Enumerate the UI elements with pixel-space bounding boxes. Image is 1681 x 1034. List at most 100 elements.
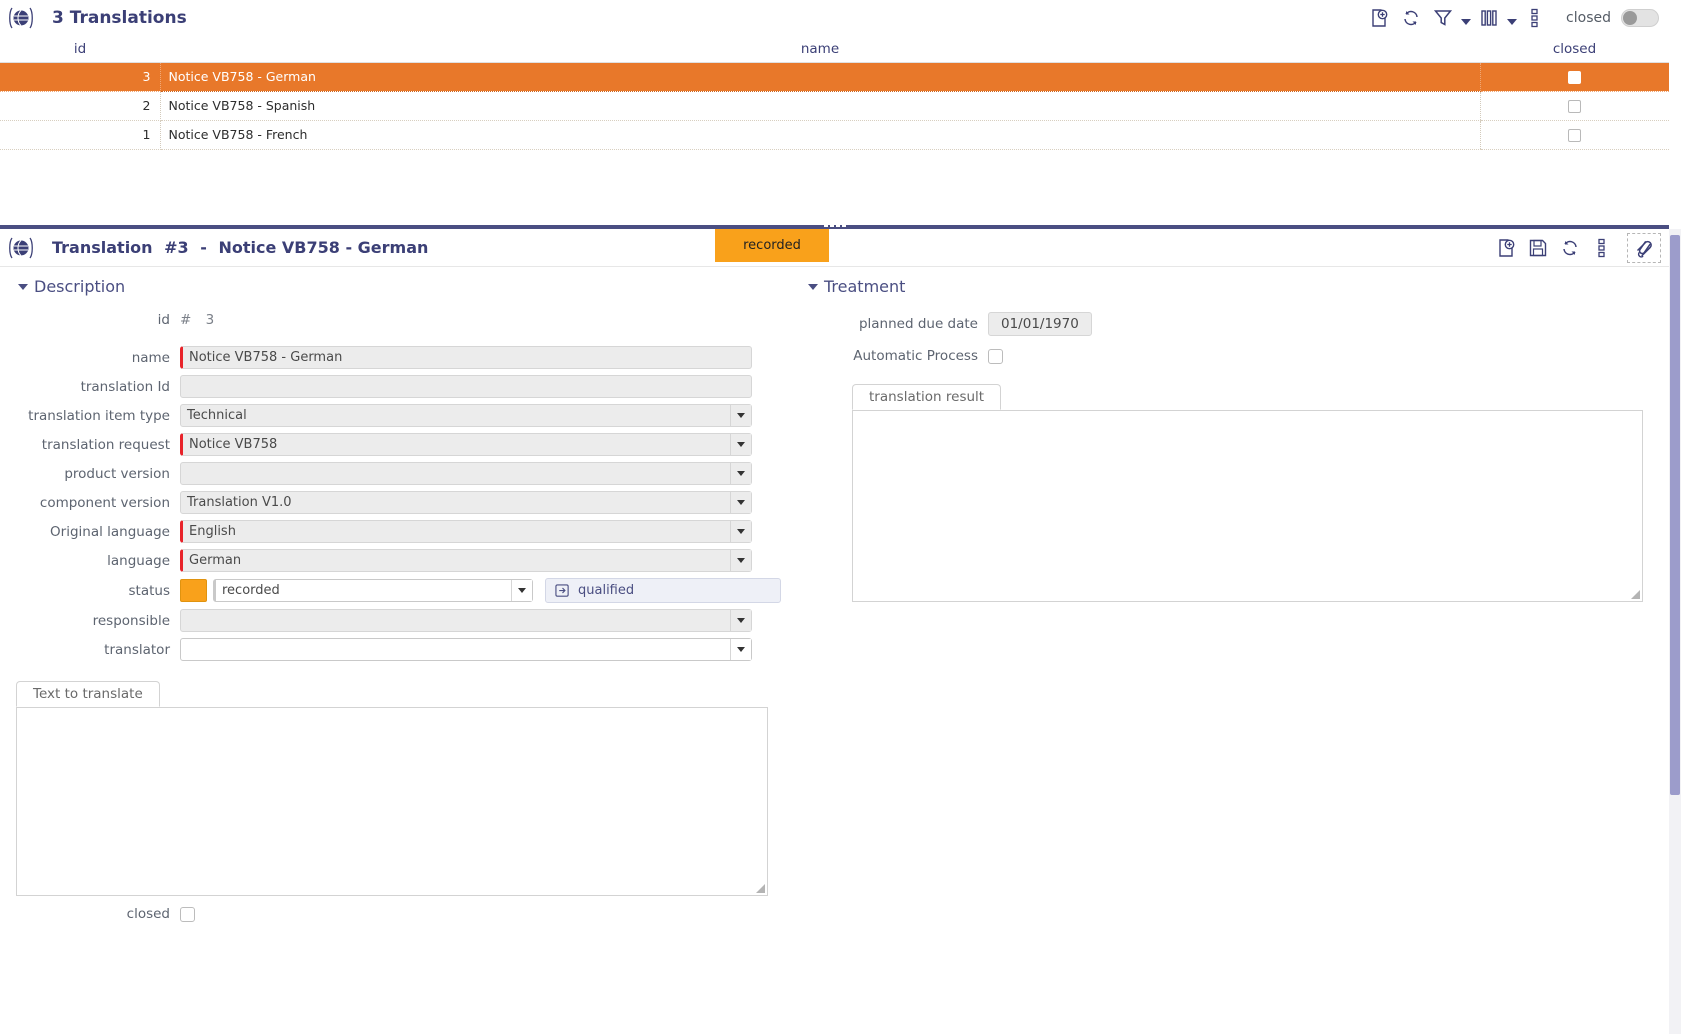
column-header-id[interactable]: id xyxy=(0,36,160,62)
list-toolbar: closed xyxy=(1364,3,1669,33)
more-vertical-icon[interactable] xyxy=(1587,233,1617,263)
form-area: Description id # 3 name Notice VB758 - G… xyxy=(0,267,1669,922)
product-version-select[interactable] xyxy=(180,462,752,485)
translations-list-panel: 3 Translations xyxy=(0,0,1669,218)
detail-record-name: Notice VB758 - German xyxy=(218,238,428,257)
description-column: Description id # 3 name Notice VB758 - G… xyxy=(0,277,790,922)
automatic-process-checkbox[interactable] xyxy=(988,349,1003,364)
paperclip-icon[interactable] xyxy=(1627,233,1661,263)
component-version-select[interactable]: Translation V1.0 xyxy=(180,491,752,514)
detail-dash: - xyxy=(200,238,207,257)
field-label-planned-due-date: planned due date xyxy=(792,316,988,332)
field-label-translation-request: translation request xyxy=(0,437,180,453)
column-header-name[interactable]: name xyxy=(160,36,1480,62)
resize-handle-icon[interactable] xyxy=(756,884,765,893)
field-row-language: language German xyxy=(0,549,790,572)
table-row[interactable]: 3 Notice VB758 - German xyxy=(0,62,1669,91)
filter-dropdown-caret-icon[interactable] xyxy=(1460,4,1472,32)
tab-text-to-translate[interactable]: Text to translate xyxy=(16,681,160,707)
columns-dropdown-caret-icon[interactable] xyxy=(1506,4,1518,32)
status-select[interactable]: recorded xyxy=(213,579,533,602)
field-label-product-version: product version xyxy=(0,466,180,482)
planned-due-date-input[interactable]: 01/01/1970 xyxy=(988,312,1092,336)
collapse-triangle-icon[interactable] xyxy=(808,284,818,290)
chevron-down-icon[interactable] xyxy=(730,521,751,542)
chevron-down-icon[interactable] xyxy=(730,463,751,484)
refresh-icon[interactable] xyxy=(1555,233,1585,263)
chevron-down-icon[interactable] xyxy=(511,580,532,601)
row-closed-checkbox[interactable] xyxy=(1568,71,1581,84)
page-title: 3 Translations xyxy=(52,8,187,28)
original-language-select[interactable]: English xyxy=(180,520,752,543)
text-to-translate-tabstrip: Text to translate xyxy=(16,681,768,708)
language-select[interactable]: German xyxy=(180,549,752,572)
translation-detail-panel: Translation #3 - Notice VB758 - German r… xyxy=(0,229,1669,1034)
closed-checkbox[interactable] xyxy=(180,907,195,922)
chevron-down-icon[interactable] xyxy=(730,405,751,426)
new-document-icon[interactable] xyxy=(1364,3,1394,33)
text-to-translate-textarea[interactable] xyxy=(16,708,768,896)
translation-item-type-select[interactable]: Technical xyxy=(180,404,752,427)
refresh-icon[interactable] xyxy=(1396,3,1426,33)
table-header-row: id name closed xyxy=(0,36,1669,62)
row-closed-checkbox[interactable] xyxy=(1568,129,1581,142)
filter-icon[interactable] xyxy=(1428,3,1458,33)
chevron-down-icon[interactable] xyxy=(730,434,751,455)
name-input[interactable]: Notice VB758 - German xyxy=(180,346,752,369)
new-document-icon[interactable] xyxy=(1491,233,1521,263)
vertical-scrollbar[interactable] xyxy=(1669,229,1681,1034)
field-label-closed: closed xyxy=(16,906,180,922)
field-row-id: id # 3 xyxy=(0,312,790,328)
translation-result-textarea[interactable] xyxy=(852,411,1643,602)
section-title: Description xyxy=(34,277,125,296)
field-row-planned-due-date: planned due date 01/01/1970 xyxy=(792,312,1669,336)
chevron-down-icon[interactable] xyxy=(730,610,751,631)
resize-handle-icon[interactable] xyxy=(1631,590,1640,599)
panel-splitter[interactable] xyxy=(0,222,1669,229)
transition-arrow-icon xyxy=(555,583,570,598)
field-label-original-language: Original language xyxy=(0,524,180,540)
globe-icon xyxy=(6,3,36,33)
field-row-translation-id: translation Id xyxy=(0,375,790,398)
chevron-down-icon[interactable] xyxy=(730,550,751,571)
more-vertical-icon[interactable] xyxy=(1520,3,1550,33)
save-icon[interactable] xyxy=(1523,233,1553,263)
translation-id-input[interactable] xyxy=(180,375,752,398)
globe-icon xyxy=(6,233,36,263)
field-row-component-version: component version Translation V1.0 xyxy=(0,491,790,514)
status-transition-qualified-button[interactable]: qualified xyxy=(545,578,781,603)
closed-toggle[interactable] xyxy=(1621,9,1659,27)
field-row-status: status recorded xyxy=(0,578,790,603)
field-row-name: name Notice VB758 - German xyxy=(0,346,790,369)
splitter-grip-icon[interactable] xyxy=(824,224,846,227)
field-row-responsible: responsible xyxy=(0,609,790,632)
columns-icon[interactable] xyxy=(1474,3,1504,33)
field-row-closed: closed xyxy=(16,906,768,922)
collapse-triangle-icon[interactable] xyxy=(18,284,28,290)
table-row[interactable]: 2 Notice VB758 - Spanish xyxy=(0,91,1669,120)
field-row-translator: translator xyxy=(0,638,790,661)
field-label-id: id xyxy=(0,312,180,328)
table-row[interactable]: 1 Notice VB758 - French xyxy=(0,120,1669,149)
translation-request-select[interactable]: Notice VB758 xyxy=(180,433,752,456)
chevron-down-icon[interactable] xyxy=(730,492,751,513)
cell-closed xyxy=(1480,120,1669,149)
detail-toolbar xyxy=(1491,233,1669,263)
description-section-header: Description xyxy=(0,277,790,296)
detail-header: Translation #3 - Notice VB758 - German r… xyxy=(0,229,1669,267)
treatment-section-header: Treatment xyxy=(792,277,1669,296)
id-hash-symbol: # xyxy=(180,312,191,328)
row-closed-checkbox[interactable] xyxy=(1568,100,1581,113)
cell-name: Notice VB758 - Spanish xyxy=(160,91,1480,120)
column-header-closed[interactable]: closed xyxy=(1480,36,1669,62)
detail-title: Translation #3 - Notice VB758 - German xyxy=(52,238,434,257)
field-label-responsible: responsible xyxy=(0,613,180,629)
list-header: 3 Translations xyxy=(0,0,1669,36)
responsible-select[interactable] xyxy=(180,609,752,632)
chevron-down-icon[interactable] xyxy=(730,639,751,660)
scrollbar-thumb[interactable] xyxy=(1670,235,1680,795)
tab-translation-result[interactable]: translation result xyxy=(852,384,1001,410)
translator-select[interactable] xyxy=(180,638,752,661)
cell-id: 1 xyxy=(0,120,160,149)
field-row-translation-request: translation request Notice VB758 xyxy=(0,433,790,456)
